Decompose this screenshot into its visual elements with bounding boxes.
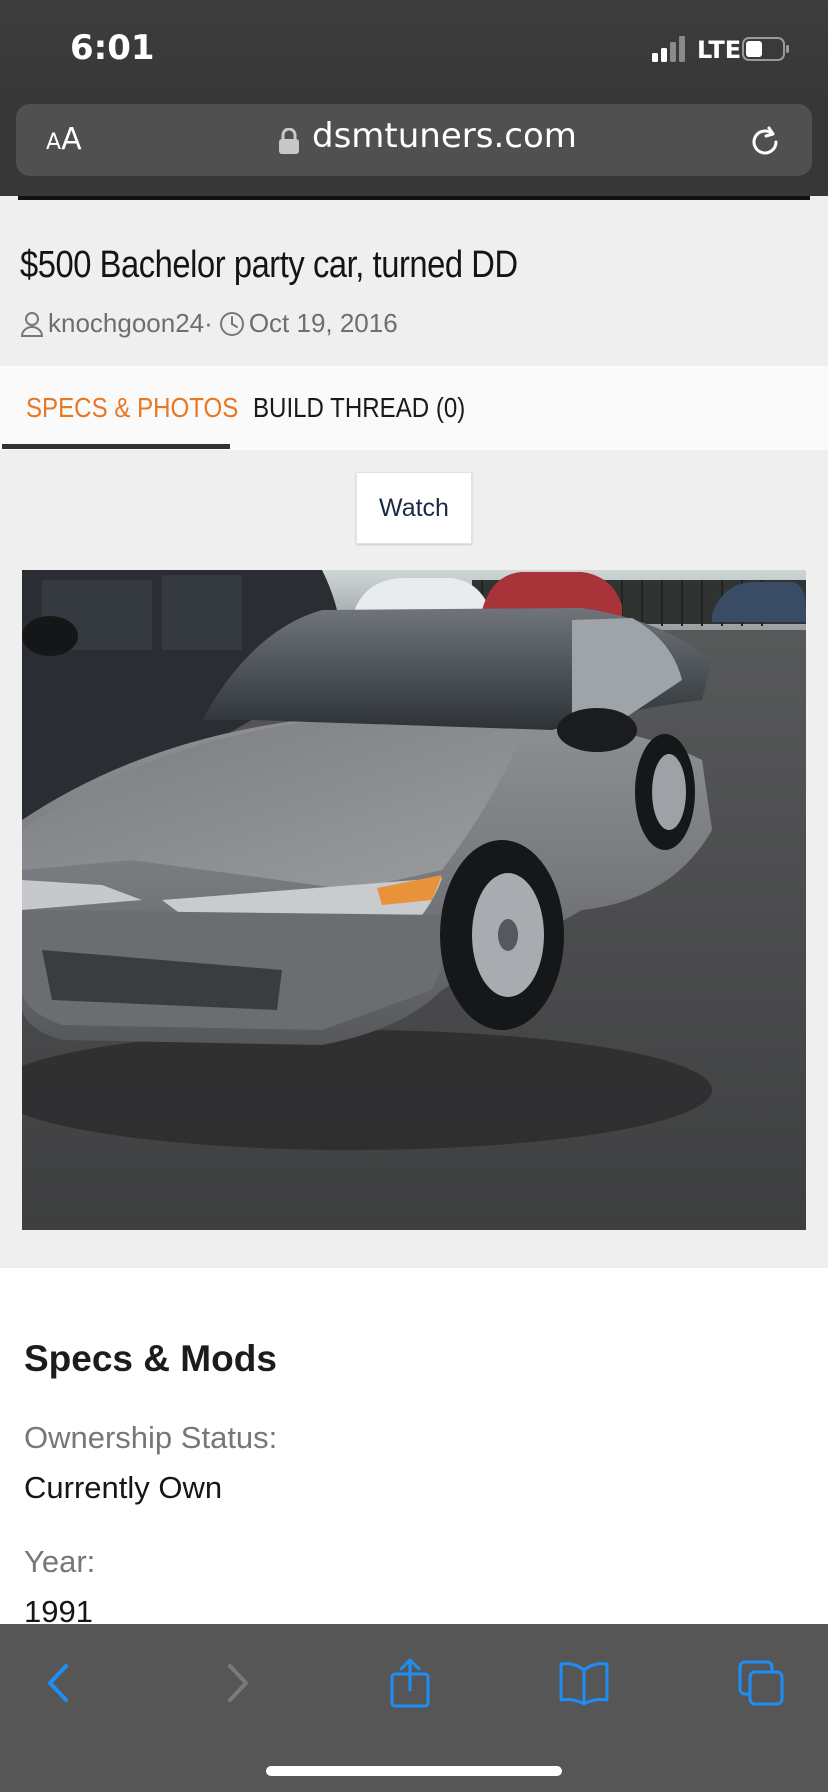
back-icon[interactable] [40, 1658, 80, 1708]
network-type: LTE [697, 36, 742, 64]
user-icon [20, 311, 44, 337]
post-author[interactable]: knochgoon24 [48, 308, 204, 339]
signal-strength-icon [652, 36, 685, 62]
post-meta: knochgoon24 · Oct 19, 2016 [20, 308, 398, 339]
page-content: $500 Bachelor party car, turned DD knoch… [0, 196, 828, 1624]
tabs-icon[interactable] [736, 1658, 786, 1708]
browser-address-area: AA dsmtuners.com [0, 100, 828, 200]
share-icon[interactable] [388, 1658, 432, 1708]
address-bar[interactable]: AA dsmtuners.com [16, 104, 812, 176]
forward-icon[interactable] [216, 1658, 256, 1708]
reload-icon[interactable] [748, 124, 784, 160]
spec-label-ownership: Ownership Status: [24, 1420, 278, 1455]
tab-bar: SPECS & PHOTOS BUILD THREAD (0) [0, 366, 828, 450]
browser-toolbar [0, 1624, 828, 1792]
post-date: Oct 19, 2016 [248, 308, 398, 338]
watch-button[interactable]: Watch [356, 472, 472, 544]
text-size-small-a: A [46, 130, 62, 155]
specs-heading: Specs & Mods [24, 1338, 277, 1379]
specs-section: Specs & Mods Ownership Status: Currently… [0, 1268, 828, 1624]
home-indicator [266, 1766, 562, 1776]
battery-icon [742, 37, 789, 61]
spec-value-year: 1991 [24, 1594, 93, 1624]
bookmarks-icon[interactable] [558, 1658, 610, 1708]
active-tab-indicator [2, 444, 230, 449]
car-photo[interactable] [22, 570, 806, 1230]
page-title: $500 Bachelor party car, turned DD [20, 244, 518, 286]
clock-icon [219, 311, 244, 336]
meta-separator: · [204, 308, 213, 338]
tab-specs-photos[interactable]: SPECS & PHOTOS [26, 366, 238, 450]
url-domain[interactable]: dsmtuners.com [312, 116, 577, 156]
lock-icon [279, 128, 299, 154]
text-size-button[interactable]: AA [46, 122, 82, 157]
spec-label-year: Year: [24, 1544, 96, 1579]
tab-build-thread[interactable]: BUILD THREAD (0) [253, 366, 465, 450]
status-time: 6:01 [70, 28, 155, 68]
status-bar: 6:01 LTE [0, 0, 828, 100]
spec-value-ownership: Currently Own [24, 1470, 223, 1505]
header-divider [18, 196, 810, 200]
text-size-large-a: A [61, 122, 82, 157]
